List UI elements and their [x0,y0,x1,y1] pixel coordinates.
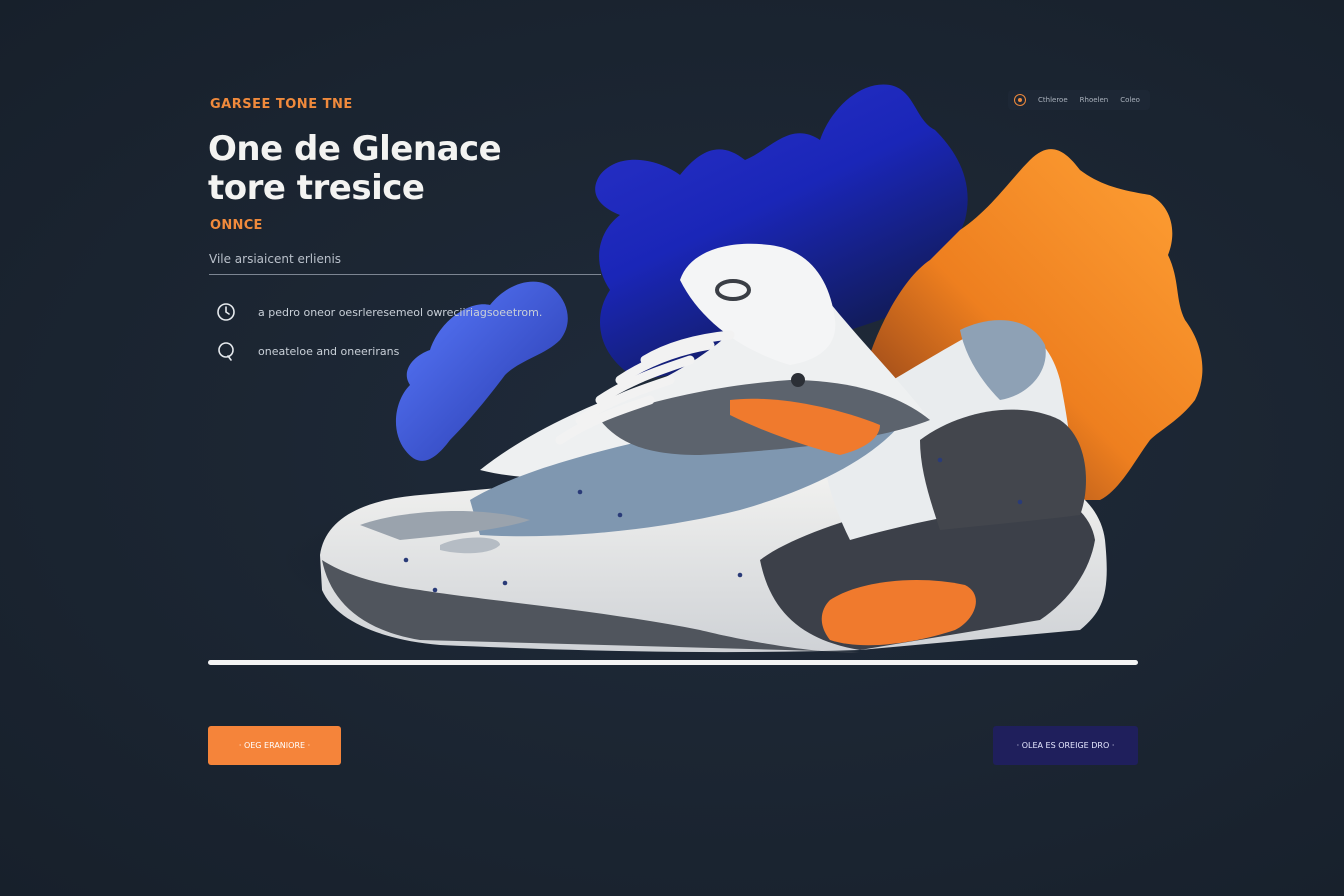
headline-line-2: tore tresice [208,168,425,208]
feature-item-1: a pedro oneor oesrleresemeol owreciiriag… [216,302,542,322]
nav-item[interactable]: Rhoelen [1080,96,1109,104]
chat-bubble-icon [216,341,236,361]
nav-item[interactable]: Coleo [1120,96,1140,104]
eyebrow-label: GARSEE TONE TNE [210,97,353,112]
feature-text: a pedro oneor oesrleresemeol owreciiriag… [258,305,543,319]
headline-line-1: One de Glenace [208,129,502,169]
primary-cta-button[interactable]: · OEG ERANIORE · [208,726,341,765]
page-title: One de Glenace tore tresice [208,130,568,208]
clock-icon [216,302,236,322]
search-field [209,248,601,275]
landing-page: GARSEE TONE TNE One de Glenace tore tres… [0,0,1344,896]
secondary-cta-button[interactable]: · OLEA ES OREIGE DRO · [993,726,1138,765]
search-input[interactable] [209,248,601,270]
top-nav: Cthleroe Rhoelen Coleo [1008,90,1150,110]
tagline: ONNCE [210,218,263,233]
brand-logo-icon[interactable] [1014,94,1026,106]
divider-line [208,660,1138,665]
nav-item[interactable]: Cthleroe [1038,96,1068,104]
feature-item-2: oneateloe and oneerirans [216,341,399,361]
hero-artwork [280,84,1203,653]
feature-text: oneateloe and oneerirans [258,344,400,358]
